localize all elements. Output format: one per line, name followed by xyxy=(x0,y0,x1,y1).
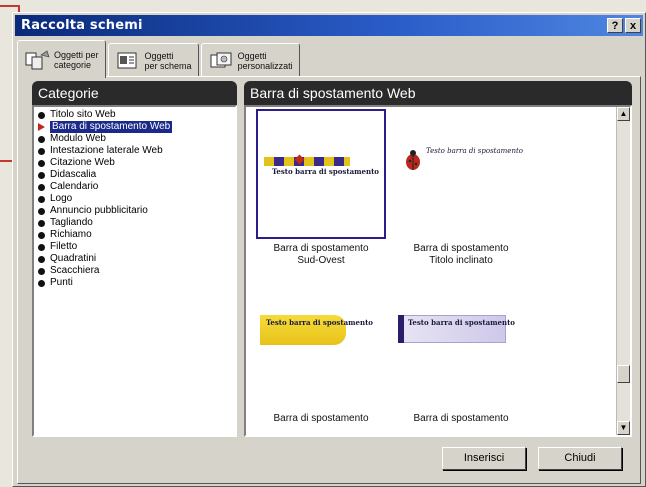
gallery-thumbnail: Testo barra di spostamento xyxy=(256,279,386,409)
bullet-icon xyxy=(38,195,45,203)
list-item[interactable]: Richiamo xyxy=(38,229,235,241)
list-item[interactable]: Titolo sito Web xyxy=(38,109,235,121)
bullet-icon xyxy=(38,159,45,167)
bullet-icon xyxy=(38,279,45,287)
sample-text: Testo barra di spostamento xyxy=(266,318,373,327)
arrow-right-icon xyxy=(38,123,45,131)
window-title: Raccolta schemi xyxy=(21,18,143,33)
ladybug-icon xyxy=(406,150,420,170)
gallery-thumbnail: Testo barra di spostamento xyxy=(256,109,386,239)
close-button[interactable]: Chiudi xyxy=(538,447,622,470)
bullet-icon xyxy=(38,171,45,179)
banner-accent xyxy=(398,315,404,343)
gallery-thumbnail: Testo barra di spostamento xyxy=(396,279,526,409)
gallery-caption: Barra di spostamento Titolo inclinato xyxy=(413,243,509,266)
bullet-icon xyxy=(38,183,45,191)
list-item[interactable]: Tagliando xyxy=(38,217,235,229)
list-item[interactable]: Filetto xyxy=(38,241,235,253)
list-item[interactable]: Didascalia xyxy=(38,169,235,181)
list-item[interactable]: Calendario xyxy=(38,181,235,193)
bullet-icon xyxy=(38,207,45,215)
tab-label: Oggetti per categorie xyxy=(54,49,99,70)
list-item[interactable]: Quadratini xyxy=(38,253,235,265)
gallery-item-4[interactable]: Testo barra di spostamento Barra di spos… xyxy=(396,279,526,425)
list-item[interactable]: Annuncio pubblicitario xyxy=(38,205,235,217)
stripe-decoration xyxy=(264,157,350,166)
tab-label: Oggetti personalizzati xyxy=(237,50,293,71)
scroll-down-icon[interactable]: ▼ xyxy=(617,421,630,435)
sample-text: Testo barra di spostamento xyxy=(272,167,379,176)
tab-oggetti-per-categorie[interactable]: Oggetti per categorie xyxy=(17,40,106,78)
scroll-up-icon[interactable]: ▲ xyxy=(617,107,630,121)
sample-text: Testo barra di spostamento xyxy=(426,147,523,155)
gallery-caption: Barra di spostamento Sud-Ovest xyxy=(273,243,369,266)
gallery-header: Barra di spostamento Web xyxy=(244,81,632,105)
list-item[interactable]: Intestazione laterale Web xyxy=(38,145,235,157)
insert-button[interactable]: Inserisci xyxy=(442,447,526,470)
list-item[interactable]: Modulo Web xyxy=(38,133,235,145)
list-item[interactable]: Citazione Web xyxy=(38,157,235,169)
annotation-line-top xyxy=(0,5,20,7)
title-bar[interactable]: Raccolta schemi ? x xyxy=(15,15,643,36)
bullet-icon xyxy=(38,255,45,263)
gallery-caption: Barra di spostamento xyxy=(413,413,509,424)
custom-objects-icon xyxy=(210,52,232,67)
list-item-selected[interactable]: Barra di spostamento Web xyxy=(38,121,235,133)
scrollbar-thumb[interactable] xyxy=(617,365,630,383)
list-item[interactable]: Scacchiera xyxy=(38,265,235,277)
tab-oggetti-personalizzati[interactable]: Oggetti personalizzati xyxy=(200,43,300,77)
gallery-item-titolo-inclinato[interactable]: Testo barra di spostamento Barra di spos… xyxy=(396,109,526,267)
tab-strip: Oggetti per categorie Oggetti per schema… xyxy=(17,39,302,78)
schema-icon xyxy=(117,52,137,68)
gallery-scrollbar[interactable]: ▲ ▼ xyxy=(616,107,630,435)
gallery-item-3[interactable]: Testo barra di spostamento Barra di spos… xyxy=(256,279,386,425)
gallery-item-sud-ovest[interactable]: Testo barra di spostamento Barra di spos… xyxy=(256,109,386,267)
list-item[interactable]: Logo xyxy=(38,193,235,205)
tab-oggetti-per-schema[interactable]: Oggetti per schema xyxy=(107,43,199,77)
bullet-icon xyxy=(38,147,45,155)
bullet-icon xyxy=(38,135,45,143)
sample-text: Testo barra di spostamento xyxy=(408,318,515,327)
gallery-caption: Barra di spostamento xyxy=(273,413,369,424)
list-item[interactable]: Punti xyxy=(38,277,235,289)
bullet-icon xyxy=(38,231,45,239)
categories-list[interactable]: Titolo sito Web Barra di spostamento Web… xyxy=(32,105,237,437)
tab-panel: Categorie Barra di spostamento Web Titol… xyxy=(17,76,641,484)
gallery-pane[interactable]: Testo barra di spostamento Barra di spos… xyxy=(244,105,632,437)
bullet-icon xyxy=(38,219,45,227)
close-icon[interactable]: x xyxy=(625,18,641,33)
categories-icon xyxy=(25,50,50,69)
categories-header: Categorie xyxy=(32,81,237,105)
tab-label: Oggetti per schema xyxy=(144,50,192,71)
bullet-icon xyxy=(38,267,45,275)
bullet-icon xyxy=(38,111,45,119)
dialog-window: Raccolta schemi ? x Oggetti per categori… xyxy=(12,12,646,487)
gallery-thumbnail: Testo barra di spostamento xyxy=(396,109,526,239)
bullet-icon xyxy=(38,243,45,251)
help-button[interactable]: ? xyxy=(607,18,623,33)
